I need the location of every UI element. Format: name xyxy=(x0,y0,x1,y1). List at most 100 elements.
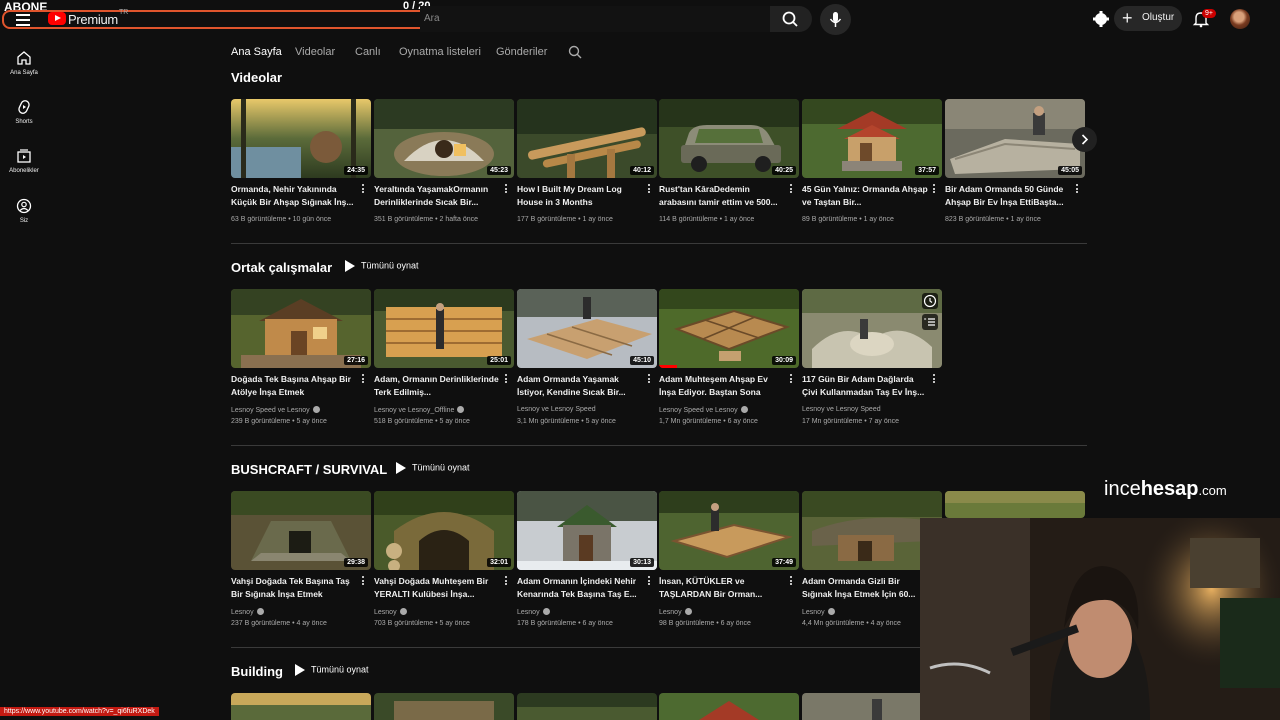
add-to-queue-icon[interactable] xyxy=(922,314,938,330)
more-options-icon[interactable] xyxy=(1075,183,1079,195)
video-title[interactable]: Adam Muhteşem Ahşap Ev İnşa Ediyor. Başt… xyxy=(659,373,787,399)
more-options-icon[interactable] xyxy=(361,575,365,587)
search-button[interactable] xyxy=(770,6,812,32)
video-thumbnail[interactable]: 30:09 xyxy=(659,289,799,368)
play-all-button[interactable]: Tümünü oynat xyxy=(345,260,419,272)
video-channel: Lesnoy ve Lesnoy Speed xyxy=(802,406,881,413)
video-title[interactable]: İnsan, KÜTÜKLER ve TAŞLARDAN Bir Orman..… xyxy=(659,575,787,601)
more-options-icon[interactable] xyxy=(504,575,508,587)
video-thumbnail[interactable]: 37:49 xyxy=(659,491,799,570)
more-options-icon[interactable] xyxy=(647,575,651,587)
video-title[interactable]: Doğada Tek Başına Ahşap Bir Atölye İnşa … xyxy=(231,373,359,399)
video-thumbnail[interactable] xyxy=(802,289,942,368)
video-thumbnail[interactable]: 37:57 xyxy=(802,99,942,178)
play-all-button[interactable]: Tümünü oynat xyxy=(396,462,470,474)
video-thumbnail[interactable] xyxy=(517,693,657,720)
youtube-logo-icon[interactable] xyxy=(48,12,66,25)
webcam-overlay xyxy=(920,518,1280,720)
video-thumbnail[interactable] xyxy=(374,693,514,720)
channel-name[interactable]: Lesnoy Speed ve Lesnoy xyxy=(231,407,310,414)
channel-name[interactable]: Lesnoy xyxy=(659,609,682,616)
more-options-icon[interactable] xyxy=(932,373,936,385)
sidebar-item-you[interactable]: Siz xyxy=(0,198,48,224)
verified-check-icon xyxy=(827,608,835,615)
watch-later-icon[interactable] xyxy=(922,293,938,309)
tab-videos[interactable]: Videolar xyxy=(295,46,335,58)
video-title[interactable]: Adam Ormanda Gizli Bir Sığınak İnşa Etme… xyxy=(802,575,930,601)
more-options-icon[interactable] xyxy=(789,373,793,385)
play-icon xyxy=(345,260,355,272)
video-title[interactable]: Vahşi Doğada Muhteşem Bir YERALTI Kulübe… xyxy=(374,575,502,601)
video-thumbnail[interactable] xyxy=(945,491,1085,518)
video-duration: 37:57 xyxy=(915,166,939,175)
video-thumbnail[interactable] xyxy=(659,693,799,720)
watch-progress-bar xyxy=(659,365,677,368)
search-icon[interactable] xyxy=(567,44,583,60)
video-thumbnail[interactable]: 27:16 xyxy=(231,289,371,368)
video-thumbnail[interactable]: 25:01 xyxy=(374,289,514,368)
sidebar-item-home[interactable]: Ana Sayfa xyxy=(0,50,48,76)
tab-home[interactable]: Ana Sayfa xyxy=(231,46,282,58)
video-thumbnail[interactable]: 32:01 xyxy=(374,491,514,570)
section-title[interactable]: Ortak çalışmalar xyxy=(231,260,332,275)
video-title[interactable]: Vahşi Doğada Tek Başına Taş Bir Sığınak … xyxy=(231,575,359,601)
video-title[interactable]: Ormanda, Nehir Yakınında Küçük Bir Ahşap… xyxy=(231,183,359,209)
notification-count-badge: 9+ xyxy=(1202,9,1216,18)
video-thumbnail[interactable]: 45:05 xyxy=(945,99,1085,178)
more-options-icon[interactable] xyxy=(789,183,793,195)
video-title[interactable]: 45 Gün Yalnız: Ormanda Ahşap ve Taştan B… xyxy=(802,183,930,209)
section-title[interactable]: Videolar xyxy=(231,70,282,85)
search-input[interactable]: Ara xyxy=(420,6,770,32)
video-title[interactable]: How I Built My Dream Log House in 3 Mont… xyxy=(517,183,645,209)
voice-search-button[interactable] xyxy=(820,4,851,35)
video-title[interactable]: Adam, Ormanın Derinliklerinde Terk Edilm… xyxy=(374,373,502,399)
channel-name[interactable]: Lesnoy Speed ve Lesnoy xyxy=(659,407,738,414)
video-thumbnail[interactable]: 30:13 xyxy=(517,491,657,570)
section-title[interactable]: BUSHCRAFT / SURVIVAL xyxy=(231,462,387,477)
channel-name[interactable]: Lesnoy xyxy=(374,609,397,616)
more-options-icon[interactable] xyxy=(647,183,651,195)
sidebar-item-subscriptions[interactable]: Abonelikler xyxy=(0,148,48,174)
video-title[interactable]: Adam Ormanda Yaşamak İstiyor, Kendine Sı… xyxy=(517,373,645,399)
section-title[interactable]: Building xyxy=(231,664,283,679)
tab-live[interactable]: Canlı xyxy=(355,46,381,58)
account-avatar[interactable] xyxy=(1230,9,1250,29)
video-title[interactable]: Adam Ormanın İçindeki Nehir Kenarında Te… xyxy=(517,575,645,601)
play-all-button[interactable]: Tümünü oynat xyxy=(295,664,369,676)
channel-name[interactable]: Lesnoy ve Lesnoy Speed xyxy=(517,406,596,413)
video-title[interactable]: 117 Gün Bir Adam Dağlarda Çivi Kullanmad… xyxy=(802,373,930,399)
subscriptions-icon xyxy=(17,149,31,163)
more-options-icon[interactable] xyxy=(932,183,936,195)
more-options-icon[interactable] xyxy=(504,183,508,195)
more-options-icon[interactable] xyxy=(504,373,508,385)
menu-icon[interactable] xyxy=(16,14,30,29)
sidebar-item-shorts[interactable]: Shorts xyxy=(0,99,48,125)
more-options-icon[interactable] xyxy=(361,373,365,385)
play-icon xyxy=(396,462,406,474)
video-thumbnail[interactable]: 45:23 xyxy=(374,99,514,178)
video-title[interactable]: Rust'tan KâraDedemin arabasını tamir ett… xyxy=(659,183,787,209)
channel-name[interactable]: Lesnoy ve Lesnoy_Offline xyxy=(374,407,454,414)
tab-posts[interactable]: Gönderiler xyxy=(496,46,547,58)
video-thumbnail[interactable]: 40:25 xyxy=(659,99,799,178)
video-thumbnail[interactable]: 24:35 xyxy=(231,99,371,178)
tab-playlists[interactable]: Oynatma listeleri xyxy=(399,46,481,58)
channel-name[interactable]: Lesnoy xyxy=(231,609,254,616)
video-thumbnail[interactable] xyxy=(231,693,371,720)
premium-logo-text[interactable]: Premium xyxy=(68,12,118,27)
verified-check-icon xyxy=(399,608,407,615)
channel-name[interactable]: Lesnoy xyxy=(802,609,825,616)
more-options-icon[interactable] xyxy=(789,575,793,587)
create-button[interactable]: + Oluştur xyxy=(1114,6,1182,31)
channel-name[interactable]: Lesnoy xyxy=(517,609,540,616)
video-title[interactable]: Yeraltında YaşamakOrmanın Derinliklerind… xyxy=(374,183,502,209)
channel-name[interactable]: Lesnoy ve Lesnoy Speed xyxy=(802,406,881,413)
carousel-next-button[interactable] xyxy=(1072,127,1097,152)
video-thumbnail[interactable]: 45:10 xyxy=(517,289,657,368)
settings-icon[interactable] xyxy=(1092,10,1110,28)
more-options-icon[interactable] xyxy=(361,183,365,195)
video-thumbnail[interactable]: 40:12 xyxy=(517,99,657,178)
video-title[interactable]: Bir Adam Ormanda 50 Günde Ahşap Bir Ev İ… xyxy=(945,183,1073,209)
video-thumbnail[interactable]: 29:38 xyxy=(231,491,371,570)
more-options-icon[interactable] xyxy=(647,373,651,385)
